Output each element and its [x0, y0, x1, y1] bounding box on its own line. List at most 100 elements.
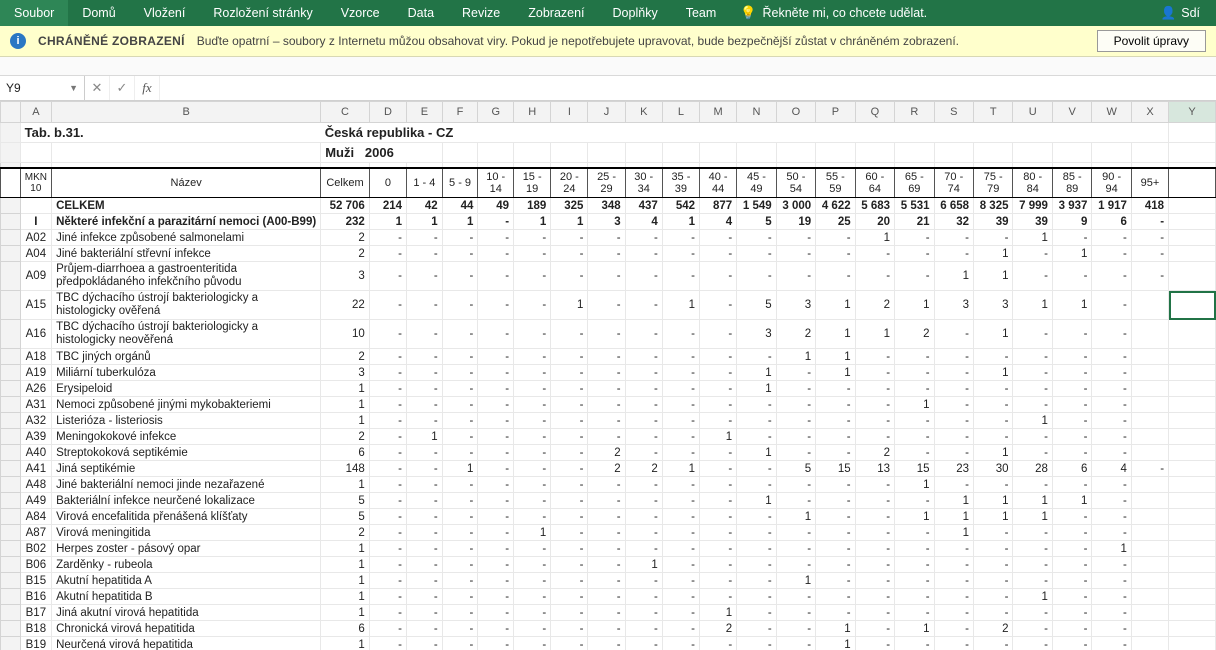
- cell[interactable]: [1169, 429, 1216, 445]
- column-header[interactable]: W: [1092, 102, 1131, 123]
- cell[interactable]: [1169, 461, 1216, 477]
- row-header[interactable]: [1, 429, 21, 445]
- cell[interactable]: [1169, 291, 1216, 320]
- row-header[interactable]: [1, 365, 21, 381]
- row-header[interactable]: [1, 123, 21, 143]
- column-header[interactable]: O: [776, 102, 815, 123]
- row-header[interactable]: [1, 557, 21, 573]
- cell[interactable]: [1169, 493, 1216, 509]
- name-box[interactable]: Y9 ▼: [0, 76, 85, 100]
- row-header[interactable]: [1, 605, 21, 621]
- column-header[interactable]: Q: [855, 102, 894, 123]
- row-header[interactable]: [1, 525, 21, 541]
- cell[interactable]: [1169, 214, 1216, 230]
- tell-me[interactable]: 💡 Řekněte mi, co chcete udělat.: [730, 5, 937, 21]
- column-header[interactable]: X: [1131, 102, 1168, 123]
- row-header[interactable]: [1, 397, 21, 413]
- cell[interactable]: [1169, 605, 1216, 621]
- cell[interactable]: [1169, 589, 1216, 605]
- column-header[interactable]: K: [625, 102, 662, 123]
- column-header[interactable]: F: [442, 102, 478, 123]
- row-header[interactable]: [1, 637, 21, 650]
- ribbon-tab[interactable]: Rozložení stránky: [199, 0, 326, 26]
- cell[interactable]: [1169, 230, 1216, 246]
- cell[interactable]: [1169, 262, 1216, 291]
- cell[interactable]: [1169, 413, 1216, 429]
- cell[interactable]: [1169, 397, 1216, 413]
- cell[interactable]: [1169, 621, 1216, 637]
- column-header[interactable]: G: [478, 102, 514, 123]
- row-header[interactable]: [1, 445, 21, 461]
- cell[interactable]: [1169, 445, 1216, 461]
- column-header[interactable]: Y: [1169, 102, 1216, 123]
- ribbon-tab[interactable]: Vložení: [130, 0, 200, 26]
- row-header[interactable]: [1, 461, 21, 477]
- row-header[interactable]: [1, 589, 21, 605]
- cell[interactable]: [1169, 365, 1216, 381]
- column-header[interactable]: T: [974, 102, 1013, 123]
- column-header[interactable]: C: [321, 102, 370, 123]
- row-header[interactable]: [1, 349, 21, 365]
- row-header[interactable]: [1, 198, 21, 214]
- column-header[interactable]: M: [700, 102, 737, 123]
- cell[interactable]: [1169, 573, 1216, 589]
- column-header[interactable]: S: [934, 102, 973, 123]
- column-header[interactable]: J: [588, 102, 625, 123]
- cell[interactable]: [1169, 381, 1216, 397]
- column-header[interactable]: V: [1052, 102, 1091, 123]
- cell[interactable]: [1169, 198, 1216, 214]
- row-header[interactable]: [1, 246, 21, 262]
- cell[interactable]: [1169, 557, 1216, 573]
- row-header[interactable]: [1, 477, 21, 493]
- column-header[interactable]: E: [407, 102, 443, 123]
- spreadsheet-grid[interactable]: ABCDEFGHIJKLMNOPQRSTUVWXYTab. b.31.Česká…: [0, 101, 1216, 650]
- row-header[interactable]: [1, 262, 21, 291]
- row-header[interactable]: [1, 291, 21, 320]
- ribbon-tab[interactable]: Domů: [68, 0, 129, 26]
- cell[interactable]: [1169, 637, 1216, 650]
- cancel-button[interactable]: ✕: [85, 76, 110, 100]
- column-header[interactable]: P: [816, 102, 855, 123]
- cell[interactable]: [1169, 320, 1216, 349]
- ribbon-tab[interactable]: Data: [394, 0, 448, 26]
- column-header[interactable]: A: [20, 102, 51, 123]
- column-header[interactable]: N: [737, 102, 776, 123]
- row-header[interactable]: [1, 381, 21, 397]
- row-header[interactable]: [1, 493, 21, 509]
- row-header[interactable]: [1, 621, 21, 637]
- ribbon-tab[interactable]: Soubor: [0, 0, 68, 26]
- cell[interactable]: [1169, 477, 1216, 493]
- column-header[interactable]: I: [551, 102, 588, 123]
- cell[interactable]: [1169, 509, 1216, 525]
- row-header[interactable]: [1, 230, 21, 246]
- column-header[interactable]: H: [514, 102, 551, 123]
- column-header[interactable]: U: [1013, 102, 1052, 123]
- cell[interactable]: [1169, 349, 1216, 365]
- ribbon-tab[interactable]: Zobrazení: [514, 0, 598, 26]
- column-header[interactable]: D: [369, 102, 406, 123]
- column-header[interactable]: R: [895, 102, 934, 123]
- ribbon-tab[interactable]: Vzorce: [327, 0, 394, 26]
- row-header[interactable]: [1, 413, 21, 429]
- enter-button[interactable]: ✓: [110, 76, 135, 100]
- ribbon-tab[interactable]: Doplňky: [599, 0, 672, 26]
- row-header[interactable]: [1, 320, 21, 349]
- share-button[interactable]: 👤 Sdí: [1151, 0, 1210, 26]
- cell[interactable]: [1169, 541, 1216, 557]
- row-header[interactable]: [1, 509, 21, 525]
- row-header[interactable]: [1, 143, 21, 163]
- formula-input[interactable]: [160, 76, 1216, 100]
- row-header[interactable]: [1, 214, 21, 230]
- row-header[interactable]: [1, 573, 21, 589]
- cell[interactable]: [1169, 246, 1216, 262]
- ribbon-tab[interactable]: Team: [672, 0, 731, 26]
- fx-button[interactable]: fx: [135, 76, 160, 100]
- ribbon-tab[interactable]: Revize: [448, 0, 514, 26]
- column-header[interactable]: B: [52, 102, 321, 123]
- cell[interactable]: [1169, 525, 1216, 541]
- row-header[interactable]: [1, 168, 21, 198]
- select-all[interactable]: [1, 102, 21, 123]
- enable-editing-button[interactable]: Povolit úpravy: [1097, 30, 1206, 52]
- row-header[interactable]: [1, 541, 21, 557]
- column-header[interactable]: L: [662, 102, 699, 123]
